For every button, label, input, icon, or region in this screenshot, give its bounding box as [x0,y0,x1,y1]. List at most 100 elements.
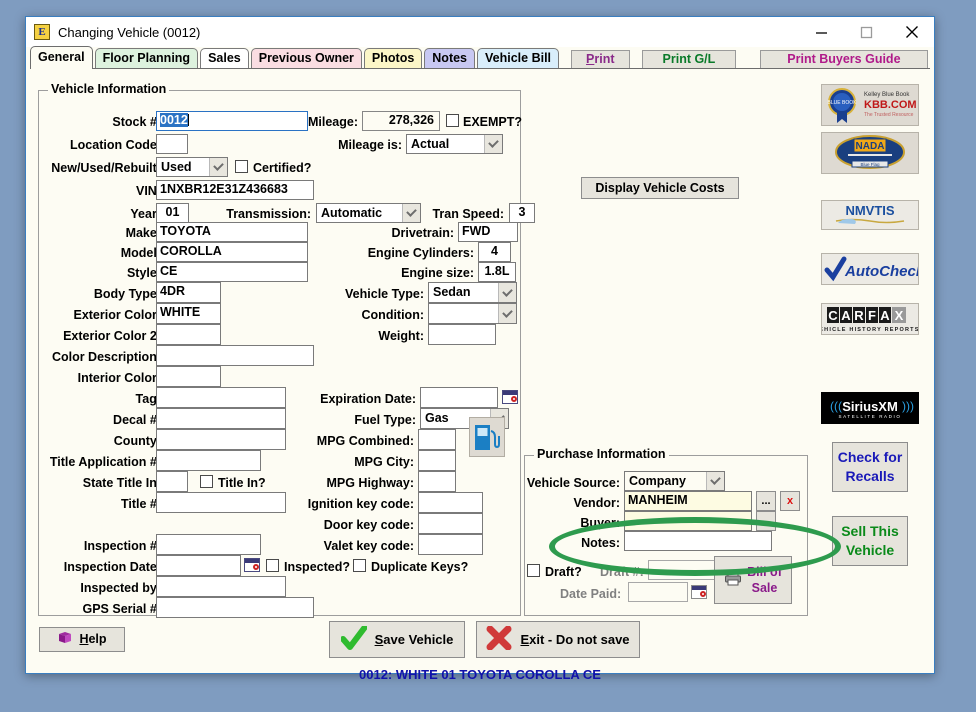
decal-number-input[interactable] [156,408,286,429]
calendar-icon[interactable] [691,585,707,599]
print-button[interactable]: PPrintrint [571,50,630,69]
body-type-label: Body Type: [93,287,161,301]
tab-previous-owner[interactable]: Previous Owner [250,48,362,69]
state-title-in-input[interactable] [156,471,188,492]
vin-input[interactable]: 1NXBR12E31Z436683 [156,180,314,200]
weight-input[interactable] [428,324,496,345]
chevron-down-icon[interactable] [484,135,502,153]
sell-this-vehicle-button[interactable]: Sell This Vehicle [832,516,908,566]
print-gl-button[interactable]: Print G/L [641,50,737,69]
tab-sales[interactable]: Sales [200,48,249,69]
tab-notes[interactable]: Notes [424,48,476,69]
close-icon[interactable] [889,17,934,47]
autocheck-logo[interactable]: AutoCheck [821,253,919,285]
inspected-checkbox[interactable] [266,559,279,572]
inspection-number-input[interactable] [156,534,261,555]
exit-do-not-save-button[interactable]: Exit - Do not save [476,621,640,658]
calendar-icon[interactable] [244,558,260,572]
chevron-down-icon[interactable] [209,158,227,176]
mpg-highway-input[interactable] [418,471,456,492]
mileage-is-select[interactable]: Actual [406,134,503,154]
svg-text:(((: ((( [830,399,842,413]
window-titlebar[interactable]: E Changing Vehicle (0012) [26,17,934,47]
year-input[interactable]: 01 [156,203,189,223]
stock-number-input[interactable]: 0012 [156,111,308,131]
display-vehicle-costs-button[interactable]: Display Vehicle Costs [581,177,739,199]
vehicle-source-select[interactable]: Company [624,471,725,491]
vehicle-type-select[interactable]: Sedan [428,282,517,303]
print-buyers-guide-button[interactable]: Print Buyers Guide [760,50,928,69]
nmvtis-logo[interactable]: NMVTIS [821,200,919,230]
door-key-code-input[interactable] [418,513,483,534]
bill-of-sale-button[interactable]: Bill of Sale [714,556,792,604]
maximize-icon[interactable] [844,17,889,47]
tab-photos[interactable]: Photos [363,48,423,69]
tag-input[interactable] [156,387,286,408]
tab-floor-planning[interactable]: Floor Planning [94,48,199,69]
engine-size-input[interactable]: 1.8L [478,262,516,282]
style-input[interactable]: CE [156,262,308,282]
check-for-recalls-button[interactable]: Check for Recalls [832,442,908,492]
vendor-input[interactable]: MANHEIM [624,491,752,511]
tab-general[interactable]: General [30,46,93,69]
display-vehicle-costs-label: Display Vehicle Costs [595,180,725,195]
door-key-code-label: Door key code: [323,518,414,532]
kbb-logo[interactable]: BLUE BOOK Kelley Blue Book KBB.COM The T… [821,84,919,126]
help-button[interactable]: Help [39,627,125,652]
draft-checkbox[interactable] [527,564,540,577]
expiration-date-input[interactable] [420,387,498,408]
inspection-date-input[interactable] [156,555,241,576]
location-code-label: Location Code: [70,138,161,152]
print-gl-button-label: Print G/L [662,52,716,66]
mileage-input[interactable]: 278,326 [362,111,440,131]
draft-number-input[interactable] [648,560,720,580]
transmission-select[interactable]: Automatic [316,203,421,223]
mileage-is-value: Actual [411,136,450,151]
siriusxm-logo[interactable]: ((( SiriusXM ))) SATELLITE RADIO [821,392,919,424]
date-paid-input[interactable] [628,582,688,602]
interior-color-input[interactable] [156,366,221,387]
body-type-input[interactable]: 4DR [156,282,221,303]
vendor-clear-button[interactable]: x [780,491,800,511]
title-in-checkbox[interactable] [200,475,213,488]
inspected-by-input[interactable] [156,576,286,597]
mpg-city-input[interactable] [418,450,456,471]
tran-speed-input[interactable]: 3 [509,203,535,223]
carfax-logo[interactable]: CAR FAX VEHICLE HISTORY REPORTS [821,303,919,335]
chevron-down-icon[interactable] [498,304,516,323]
buyer-input[interactable] [624,511,752,531]
save-vehicle-button[interactable]: Save Vehicle [329,621,465,658]
valet-key-code-input[interactable] [418,534,483,555]
exempt-checkbox[interactable] [446,114,459,127]
mpg-combined-input[interactable] [418,429,456,450]
engine-cylinders-input[interactable]: 4 [478,242,511,262]
exterior-color-input[interactable]: WHITE [156,303,221,324]
exterior-color-2-input[interactable] [156,324,221,345]
vendor-browse-button[interactable]: ... [756,491,776,511]
color-description-input[interactable] [156,345,314,366]
drivetrain-input[interactable]: FWD [458,222,518,242]
chevron-down-icon[interactable] [498,283,516,302]
fuel-pump-icon[interactable] [469,417,505,457]
chevron-down-icon[interactable] [706,472,724,490]
calendar-icon[interactable] [502,390,518,404]
title-application-number-input[interactable] [156,450,261,471]
make-input[interactable]: TOYOTA [156,222,308,242]
title-number-input[interactable] [156,492,286,513]
ignition-key-code-input[interactable] [418,492,483,513]
location-code-input[interactable] [156,134,188,154]
county-input[interactable] [156,429,286,450]
gps-serial-number-input[interactable] [156,597,314,618]
purchase-notes-input[interactable] [624,531,772,551]
certified-checkbox[interactable] [235,160,248,173]
minimize-icon[interactable] [799,17,844,47]
tab-strip: General Floor Planning Sales Previous Ow… [30,46,930,69]
tab-vehicle-bill[interactable]: Vehicle Bill [477,48,560,69]
model-input[interactable]: COROLLA [156,242,308,262]
new-used-rebuilt-select[interactable]: Used [156,157,228,177]
changing-vehicle-window: E Changing Vehicle (0012) General Floor … [25,16,935,682]
nada-logo[interactable]: NADA Blue Flag [821,132,919,174]
buyer-browse-button[interactable]: ... [756,511,776,531]
duplicate-keys-checkbox[interactable] [353,559,366,572]
condition-select[interactable] [428,303,517,324]
